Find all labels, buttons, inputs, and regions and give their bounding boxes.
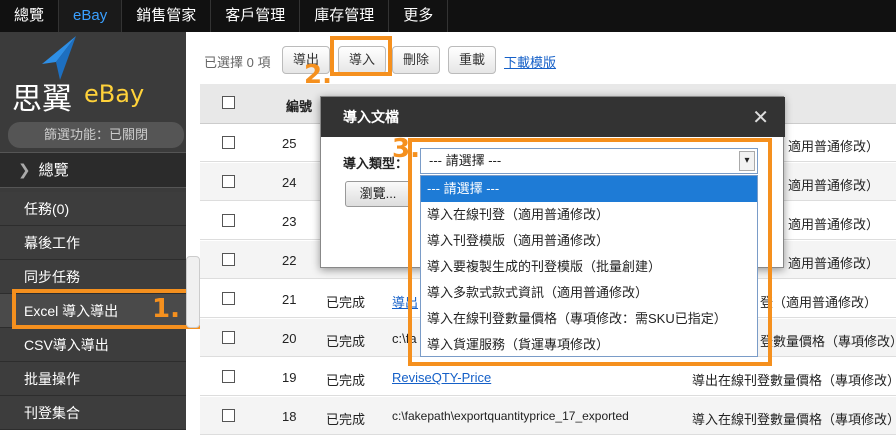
row-checkbox[interactable] [222,175,235,188]
row-id: 24 [282,175,297,190]
row-id: 23 [282,214,297,229]
selected-count: 已選擇 0 項 [204,55,271,70]
nav-overview[interactable]: 總覽 [0,0,60,32]
sidebar-overview-header[interactable]: ❯ 總覽 [0,152,186,188]
reload-button[interactable]: 重載 [448,46,497,74]
table-row[interactable]: 18 已完成 c:\fakepath\exportquantityprice_1… [200,397,896,435]
delete-button[interactable]: 刪除 [392,46,441,74]
nav-sales-manager[interactable]: 銷售管家 [122,0,212,32]
row-checkbox[interactable] [222,409,235,422]
close-icon[interactable]: ✕ [752,105,769,130]
select-all-checkbox[interactable] [222,96,235,109]
row-type: 登（適用普通修改） [760,295,878,310]
top-nav: 總覽 eBay 銷售管家 客戶管理 庫存管理 更多 [0,0,896,32]
row-checkbox[interactable] [222,136,235,149]
row-type: 適用普通修改） [788,139,880,154]
dialog-title: 導入文檔 [321,97,785,137]
logo-name: 思翼 [12,82,72,117]
sidebar-item-tasks[interactable]: 任務(0) [0,192,186,226]
step-3-highlight [408,138,772,366]
step-3-number: 3. [392,134,420,164]
row-status: 已完成 [326,334,366,349]
sidebar-item-batch-operations[interactable]: 批量操作 [0,362,186,396]
chevron-right-icon: ❯ [18,162,31,179]
row-checkbox[interactable] [222,292,235,305]
row-file: c:\fakepath\exportquantityprice_17_expor… [392,409,629,423]
header-id: 編號 [286,99,313,114]
step-2-number: 2. [304,60,332,90]
nav-inventory-management[interactable]: 庫存管理 [300,0,390,32]
step-1-number: 1. [152,294,180,324]
nav-more[interactable]: 更多 [389,0,449,32]
row-id: 20 [282,331,297,346]
step-2-highlight [330,36,392,76]
row-checkbox[interactable] [222,331,235,344]
nav-customer-management[interactable]: 客戶管理 [211,0,301,32]
sidebar-item-listing-collections[interactable]: 刊登集合 [0,396,186,430]
sidebar-item-csv-import-export[interactable]: CSV導入導出 [0,328,186,362]
row-type: 適用普通修改） [788,217,880,232]
sidebar-overview-label: 總覽 [38,162,69,179]
row-type: 導入在線刊登數量價格（專項修改） [692,412,896,427]
row-status: 已完成 [326,295,366,310]
row-id: 22 [282,253,297,268]
sidebar-collapse-handle[interactable] [186,256,200,328]
row-id: 18 [282,409,297,424]
browse-button[interactable]: 瀏覽... [345,181,411,207]
row-status: 已完成 [326,412,366,427]
row-id: 25 [282,136,297,151]
row-status: 已完成 [326,373,366,388]
logo-brand: eBay [84,80,145,108]
sidebar-item-background-jobs[interactable]: 幕後工作 [0,226,186,260]
row-checkbox[interactable] [222,214,235,227]
filter-status[interactable]: 篩選功能：已關閉 [8,122,184,148]
nav-ebay[interactable]: eBay [59,0,123,32]
logo: 思翼 eBay [0,32,186,117]
sidebar: 思翼 eBay 篩選功能：已關閉 ❯ 總覽 任務(0) 幕後工作 同步任務 Exc… [0,32,186,430]
row-id: 19 [282,370,297,385]
row-type: 適用普通修改） [788,256,880,271]
download-template-link[interactable]: 下載模版 [504,52,556,71]
row-type: 登數量價格（專項修改） [760,334,896,349]
row-file-link[interactable]: ReviseQTY-Price [392,370,491,385]
row-checkbox[interactable] [222,370,235,383]
row-type: 導出在線刊登數量價格（專項修改） [692,373,896,388]
row-id: 21 [282,292,297,307]
row-checkbox[interactable] [222,253,235,266]
row-type: 適用普通修改） [788,178,880,193]
